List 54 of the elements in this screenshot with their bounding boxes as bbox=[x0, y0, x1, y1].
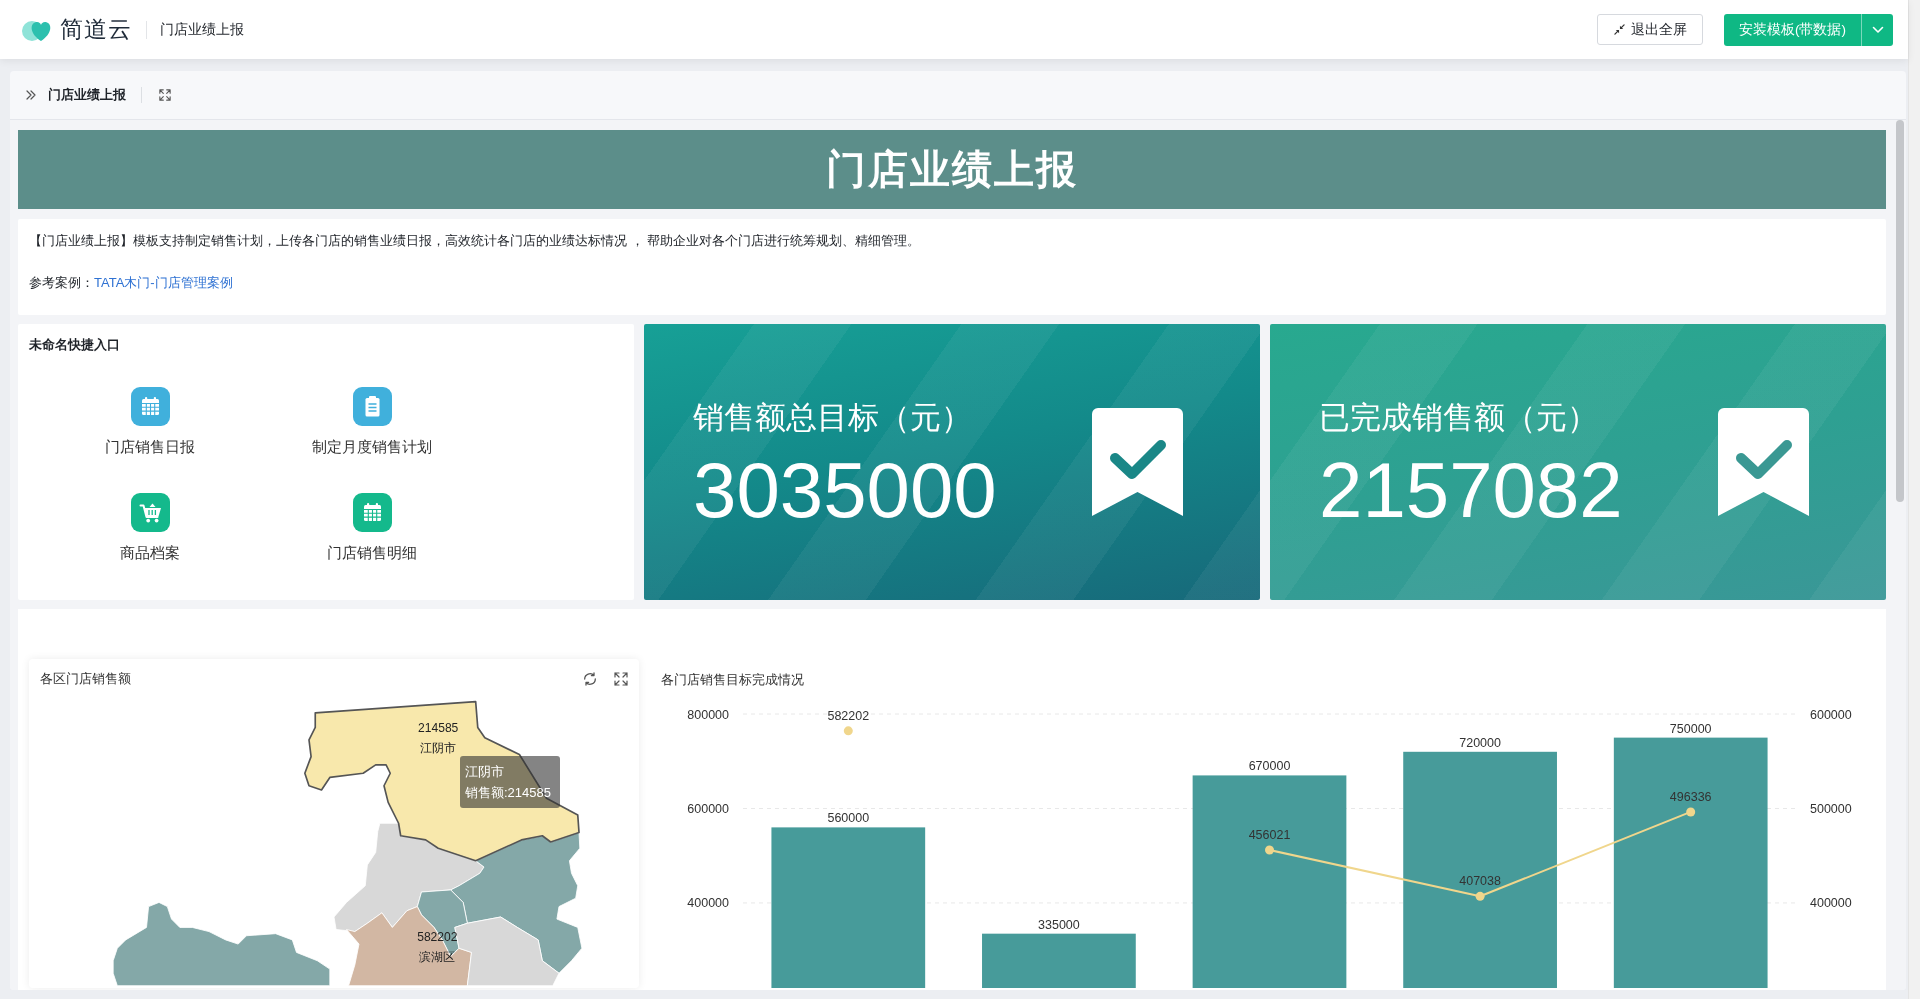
map-title: 各区门店销售额 bbox=[40, 669, 131, 688]
data-label: 582202 bbox=[827, 708, 870, 723]
refresh-icon[interactable] bbox=[583, 671, 597, 686]
region-value: 582202 bbox=[417, 930, 458, 945]
description-text: 【门店业绩上报】模板支持制定销售计划，上传各门店的销售业绩日报，高效统计各门店的业绩达标情况 ， 帮助企业对各个门店进行统筹规划、精细管理。 bbox=[29, 232, 921, 250]
banner-title: 门店业绩上报 bbox=[18, 130, 1886, 209]
exit-fullscreen-button[interactable]: 退出全屏 bbox=[1597, 14, 1703, 45]
tooltip-text: 销售额:214585 bbox=[465, 784, 551, 802]
chart-title: 各门店销售目标完成情况 bbox=[661, 670, 804, 689]
page-title: 门店业绩上报 bbox=[160, 20, 244, 39]
data-point bbox=[1265, 845, 1274, 855]
data-point bbox=[843, 726, 853, 736]
axis-label: 500000 bbox=[1810, 802, 1852, 816]
stat-label: 已完成销售额（元） bbox=[1319, 399, 1598, 437]
double-chevron-icon[interactable] bbox=[26, 90, 36, 100]
data-label: 670000 bbox=[1248, 759, 1291, 774]
region-name: 江阴市 bbox=[420, 740, 457, 755]
card-title: 未命名快捷入口 bbox=[29, 336, 120, 354]
tooltip-title: 江阴市 bbox=[465, 763, 504, 781]
shortcut-button[interactable]: 门店销售明细 bbox=[327, 492, 417, 563]
expand-icon[interactable] bbox=[614, 671, 628, 686]
data-label: 720000 bbox=[1459, 735, 1501, 750]
data-label: 560000 bbox=[827, 811, 870, 826]
expand-icon[interactable] bbox=[159, 89, 171, 101]
axis-label: 600000 bbox=[687, 802, 729, 816]
bookmark-check-icon bbox=[1092, 408, 1183, 516]
data-point bbox=[1475, 891, 1485, 901]
stat-value: 3035000 bbox=[693, 450, 997, 530]
reference-label: 参考案例： bbox=[29, 274, 94, 292]
data-label: 496336 bbox=[1669, 789, 1712, 804]
chevron-down-icon bbox=[1871, 25, 1884, 34]
stat-value: 2157082 bbox=[1319, 450, 1623, 530]
region-value: 214585 bbox=[418, 720, 459, 735]
data-label: 750000 bbox=[1669, 721, 1712, 736]
breadcrumb-title: 门店业绩上报 bbox=[48, 86, 126, 104]
bookmark-check-icon bbox=[1718, 408, 1809, 516]
shortcut-button[interactable]: 商品档案 bbox=[120, 492, 180, 563]
dropdown-button[interactable] bbox=[1861, 13, 1893, 46]
data-label: 335000 bbox=[1038, 917, 1080, 932]
data-label: 407038 bbox=[1459, 874, 1501, 889]
data-label: 456021 bbox=[1248, 828, 1291, 843]
scrollbar-thumb[interactable] bbox=[1896, 120, 1904, 502]
axis-label: 800000 bbox=[687, 707, 729, 722]
compress-icon bbox=[1613, 24, 1625, 35]
shortcut-button[interactable]: 制定月度销售计划 bbox=[312, 386, 432, 457]
axis-label: 400000 bbox=[1810, 896, 1852, 911]
shortcut-button[interactable]: 门店销售日报 bbox=[105, 386, 195, 457]
axis-label: 600000 bbox=[1810, 707, 1852, 722]
app-name: 简道云 bbox=[60, 15, 132, 44]
region-name: 滨湖区 bbox=[419, 950, 456, 965]
case-link[interactable]: TATA木门-门店管理案例 bbox=[94, 274, 233, 292]
axis-label: 400000 bbox=[687, 896, 729, 911]
stat-label: 销售额总目标（元） bbox=[693, 399, 972, 437]
data-point bbox=[1686, 807, 1696, 817]
